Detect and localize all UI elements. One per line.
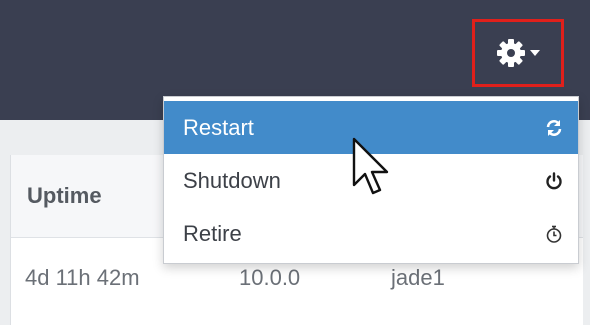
mouse-pointer-icon <box>352 137 396 208</box>
column-header-uptime: Uptime <box>27 183 102 208</box>
menu-item-label: Restart <box>183 114 254 140</box>
refresh-icon <box>544 118 564 138</box>
stopwatch-icon <box>544 224 564 244</box>
cell-version: 10.0.0 <box>239 265 301 290</box>
settings-dropdown-button[interactable] <box>472 19 564 87</box>
gear-icon <box>496 38 526 68</box>
cell-uptime: 4d 11h 42m <box>25 265 140 290</box>
caret-down-icon <box>530 50 540 56</box>
power-icon <box>544 171 564 191</box>
cell-host[interactable]: jade1 <box>391 265 445 291</box>
menu-item-label: Retire <box>183 220 242 246</box>
menu-item-retire[interactable]: Retire <box>164 207 578 260</box>
menu-item-label: Shutdown <box>183 167 281 193</box>
